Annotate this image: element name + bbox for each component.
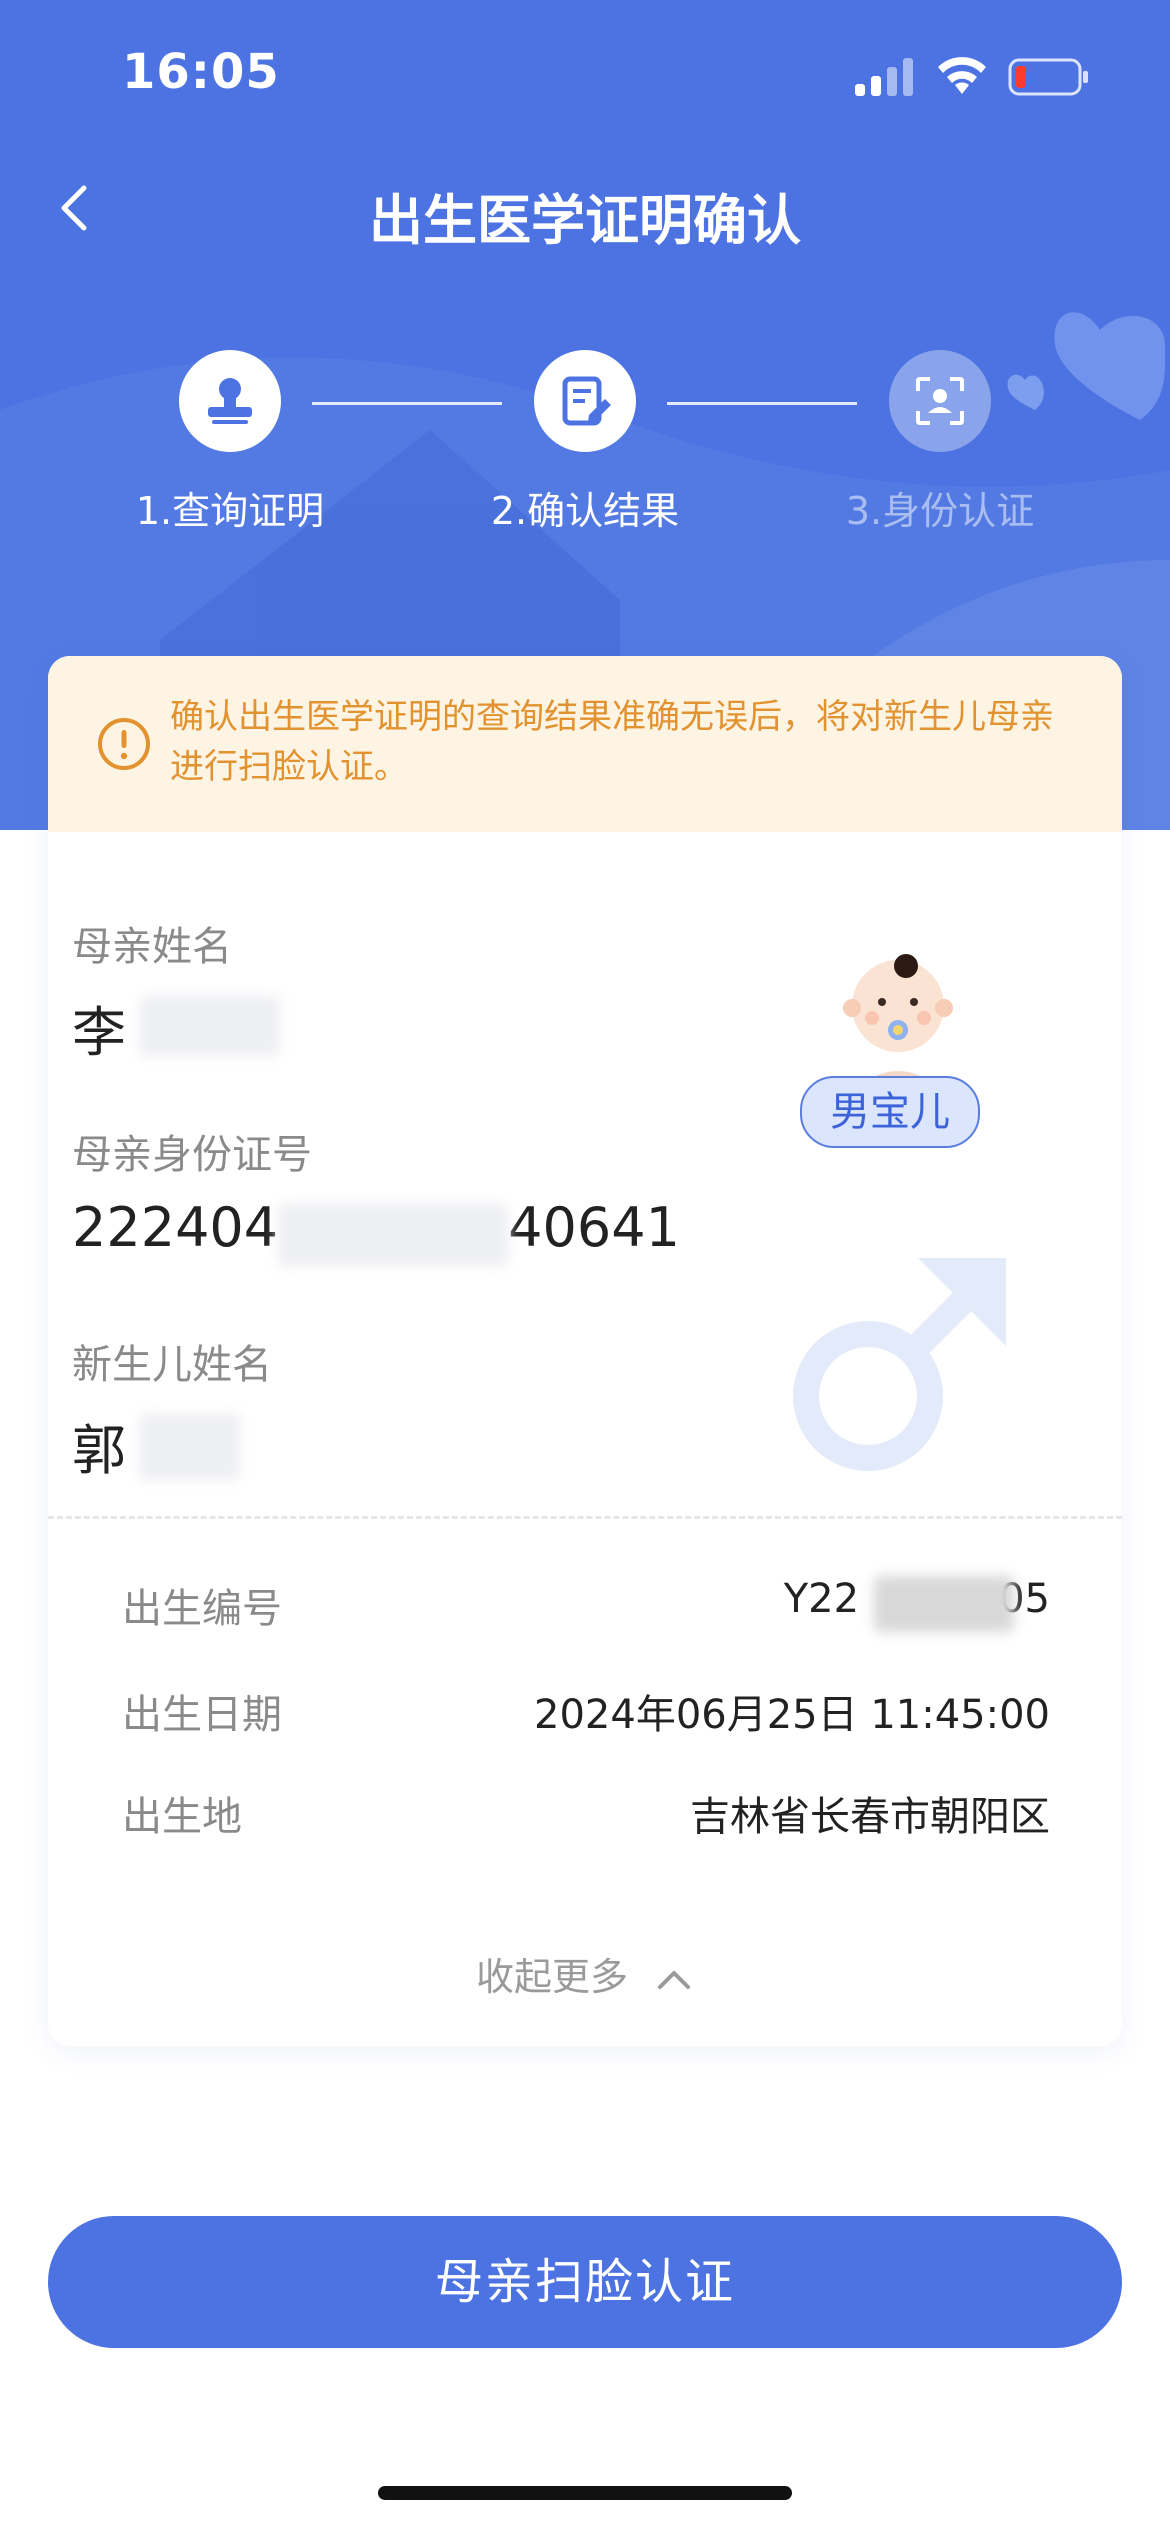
dashed-divider bbox=[48, 1516, 1122, 1519]
nav-bar: 出生医学证明确认 bbox=[0, 160, 1170, 260]
redaction-mask bbox=[140, 1414, 240, 1480]
detail-label: 出生地 bbox=[122, 1794, 242, 1840]
step-identity-verification: 3.身份认证 bbox=[790, 350, 1090, 535]
baby-avatar-icon bbox=[843, 954, 953, 1096]
status-time: 16:05 bbox=[122, 44, 280, 100]
detail-row-birth-date: 出生日期 2024年06月25日 11:45:00 bbox=[122, 1682, 1050, 1742]
step-circle bbox=[889, 350, 991, 452]
male-symbol-icon bbox=[793, 1258, 1006, 1471]
page-title: 出生医学证明确认 bbox=[369, 189, 801, 252]
collapse-label: 收起更多 bbox=[475, 1955, 628, 1999]
detail-label: 出生日期 bbox=[122, 1692, 282, 1738]
birth-number-prefix: Y22 bbox=[783, 1576, 860, 1622]
cellular-signal-icon bbox=[855, 58, 913, 96]
chevron-up-icon bbox=[658, 1970, 691, 1989]
detail-label: 出生编号 bbox=[122, 1586, 282, 1632]
notice-banner: 确认出生医学证明的查询结果准确无误后，将对新生儿母亲进行扫脸认证。 bbox=[48, 656, 1122, 832]
step-query-certificate: 1.查询证明 bbox=[80, 350, 380, 535]
battery-icon bbox=[1008, 58, 1088, 96]
mother-name-label: 母亲姓名 bbox=[72, 924, 232, 970]
detail-value: 2024年06月25日 11:45:00 bbox=[534, 1692, 1050, 1738]
redaction-mask bbox=[140, 996, 280, 1056]
mother-name-value: 李 bbox=[72, 1001, 126, 1064]
face-scan-icon bbox=[916, 377, 964, 425]
progress-steps: 1.查询证明 2.确认结果 3.身份认证 bbox=[0, 350, 1170, 550]
step-label: 2.确认结果 bbox=[490, 489, 680, 533]
wifi-icon bbox=[938, 57, 986, 94]
step-circle bbox=[534, 350, 636, 452]
mother-id-label: 母亲身份证号 bbox=[72, 1132, 312, 1178]
detail-row-birth-place: 出生地 吉林省长春市朝阳区 bbox=[122, 1784, 1050, 1844]
home-indicator bbox=[378, 2486, 792, 2500]
newborn-name-label: 新生儿姓名 bbox=[72, 1342, 272, 1388]
newborn-name-value: 郭 bbox=[72, 1419, 126, 1482]
status-bar: 16:05 bbox=[0, 0, 1170, 150]
step-circle bbox=[179, 350, 281, 452]
mother-face-verify-button[interactable]: 母亲扫脸认证 bbox=[48, 2216, 1122, 2348]
warning-icon bbox=[98, 718, 150, 770]
collapse-more-toggle[interactable]: 收起更多 bbox=[48, 1946, 1122, 2001]
gender-badge: 男宝儿 bbox=[800, 1076, 980, 1148]
detail-value: 吉林省长春市朝阳区 bbox=[690, 1794, 1050, 1840]
step-label: 1.查询证明 bbox=[135, 489, 325, 533]
step-confirm-result: 2.确认结果 bbox=[435, 350, 735, 535]
step-label: 3.身份认证 bbox=[845, 489, 1035, 533]
notice-text: 确认出生医学证明的查询结果准确无误后，将对新生儿母亲进行扫脸认证。 bbox=[170, 697, 1054, 787]
edit-document-icon bbox=[562, 376, 611, 426]
mother-id-prefix: 222404 bbox=[72, 1196, 279, 1259]
redaction-mask bbox=[874, 1576, 1014, 1632]
certificate-card: 确认出生医学证明的查询结果准确无误后，将对新生儿母亲进行扫脸认证。 母亲姓名 李… bbox=[48, 656, 1122, 2046]
detail-row-birth-number: 出生编号 Y22 05 bbox=[122, 1576, 1050, 1636]
stamp-icon bbox=[208, 378, 252, 424]
mother-id-suffix: 40641 bbox=[508, 1196, 680, 1259]
redaction-mask bbox=[278, 1204, 508, 1266]
